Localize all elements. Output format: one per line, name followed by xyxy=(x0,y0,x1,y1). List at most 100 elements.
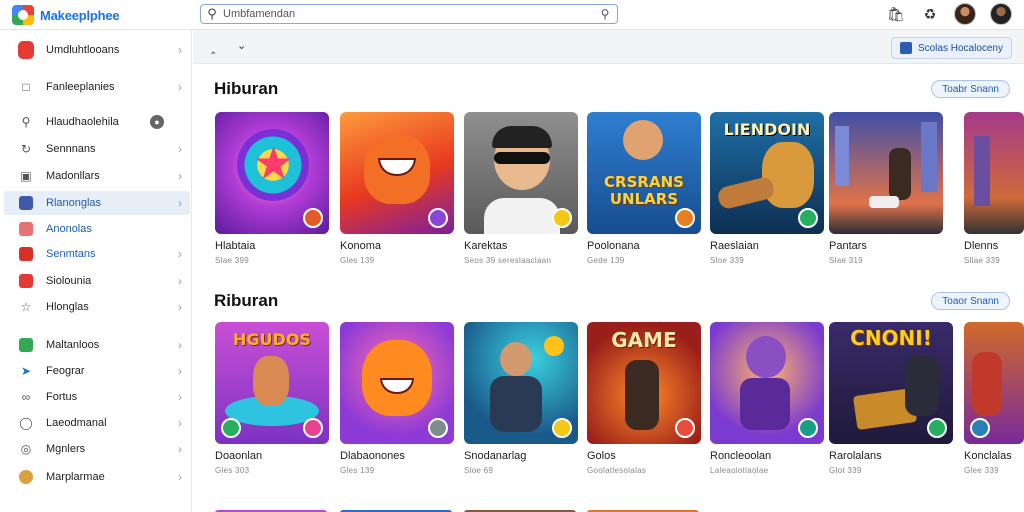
avatar-icon xyxy=(18,469,34,485)
avatar[interactable] xyxy=(954,3,976,25)
chevron-right-icon: › xyxy=(178,338,182,352)
game-card[interactable]: GAME Golos Goolatlesolalas xyxy=(587,322,701,475)
see-all-button[interactable]: Toabr Snann xyxy=(931,80,1010,98)
game-card[interactable]: LIENDOIN Raeslaian Sloe 339 xyxy=(710,112,824,265)
chevron-right-icon: › xyxy=(178,470,182,484)
game-thumbnail xyxy=(340,322,454,444)
chevron-right-icon: › xyxy=(178,416,182,430)
profile-avatar[interactable] xyxy=(990,3,1012,25)
card-meta: Sloe 339 xyxy=(710,256,744,265)
game-card[interactable]: Dlabaonones Gles 139 xyxy=(340,322,454,475)
game-card[interactable]: Konoma Gles 139 xyxy=(340,112,454,265)
search-icon: ⚲ xyxy=(207,6,217,21)
card-title: Konclalas xyxy=(964,450,1012,462)
card-title: Dlenns xyxy=(964,240,999,252)
search-input[interactable] xyxy=(223,6,593,22)
sidebar-item-rlanonglas[interactable]: Rlanonglas › xyxy=(4,191,190,215)
sidebar-item-feograr[interactable]: ➤ Feograr › xyxy=(4,359,190,383)
game-card[interactable]: Pantars Slae 319 xyxy=(829,112,943,265)
card-title: Poolonana xyxy=(587,240,640,252)
sidebar-item-hlonglas[interactable]: ☆ Hlonglas › xyxy=(4,295,190,319)
card-meta: Gles 139 xyxy=(340,256,375,265)
section-title: Riburan xyxy=(214,291,279,310)
game-thumbnail: LIENDOIN xyxy=(710,112,824,234)
game-card[interactable]: CRSRANS UNLARS Poolonana Gede 139 xyxy=(587,112,701,265)
game-thumbnail: GAME xyxy=(587,322,701,444)
card-meta: Glot 339 xyxy=(829,466,862,475)
game-logo-text: GAME xyxy=(611,328,677,352)
chevron-down-icon[interactable]: ⌄ xyxy=(237,39,246,52)
card-title: Snodanarlag xyxy=(464,450,527,462)
top-actions: 🛍 ♻ xyxy=(886,3,1012,25)
chevron-right-icon: › xyxy=(178,442,182,456)
sidebar-item-anonolas[interactable]: Anonolas xyxy=(4,217,190,241)
game-card[interactable]: Konclalas Glee 339 xyxy=(964,322,1024,475)
bag-icon[interactable]: 🛍 xyxy=(886,3,906,25)
card-title: Konoma xyxy=(340,240,381,252)
sidebar-item-umdluhtlooans[interactable]: Umdluhtlooans › xyxy=(4,38,190,62)
card-meta: Slae 399 xyxy=(215,256,249,265)
sidebar-item-fanleeplanies[interactable]: □ Fanleeplanies › xyxy=(4,75,190,99)
status-badge: ● xyxy=(150,115,164,129)
sidebar-item-hlaudhaolehila[interactable]: ⚲ Hlaudhaolehila ● xyxy=(4,110,190,134)
brand[interactable]: Makeeplphee xyxy=(12,4,120,26)
red-grid-icon xyxy=(18,221,34,237)
card-meta: Sllae 339 xyxy=(964,256,1001,265)
location-icon: ◎ xyxy=(20,442,32,456)
card-title: Pantars xyxy=(829,240,867,252)
sidebar-item-senmtans[interactable]: Senmtans › xyxy=(4,242,190,266)
chevron-right-icon: › xyxy=(178,364,182,378)
card-meta: Gles 139 xyxy=(340,466,375,475)
chevron-right-icon: › xyxy=(178,142,182,156)
game-card[interactable]: CNONI! Rarolalans Glot 339 xyxy=(829,322,953,475)
app-logo-icon xyxy=(12,5,34,25)
game-thumbnail: HGUDOS xyxy=(215,322,329,444)
sidebar-item-marplarmae[interactable]: Marplarmae › xyxy=(4,465,190,489)
search-bar[interactable]: ⚲ ⚲ xyxy=(200,4,618,24)
sidebar-item-fortus[interactable]: ∞ Fortus › xyxy=(4,385,190,409)
card-title: Hlabtaia xyxy=(215,240,256,252)
card-meta: Slae 319 xyxy=(829,256,863,265)
search-submit-icon[interactable]: ⚲ xyxy=(593,7,617,21)
sidebar-item-sennnans[interactable]: ↻ Sennnans › xyxy=(4,137,190,161)
notification-icon[interactable]: ♻ xyxy=(920,3,940,25)
game-thumbnail xyxy=(964,322,1024,444)
sidebar-item-madonllars[interactable]: ▣ Madonllars › xyxy=(4,164,190,188)
chevron-right-icon: › xyxy=(178,274,182,288)
toolbar: ‸ ⌄ Scolas Hocaloceny xyxy=(193,30,1024,64)
card-title: Rarolalans xyxy=(829,450,882,462)
game-card[interactable]: Karektas Seos 39 sereslaaclaan xyxy=(464,112,578,265)
game-logo-text: HGUDOS xyxy=(233,330,311,349)
toolbar-action-button[interactable]: Scolas Hocaloceny xyxy=(890,37,1012,59)
see-all-button[interactable]: Toaor Snann xyxy=(931,292,1010,310)
game-logo-text: CRSRANS UNLARS xyxy=(604,173,684,208)
pen-icon[interactable]: ‸ xyxy=(211,39,215,55)
card-meta: Sloe 69 xyxy=(464,466,494,475)
search-icon: ⚲ xyxy=(21,115,31,129)
top-bar: Makeeplphee ⚲ ⚲ 🛍 ♻ xyxy=(0,0,1024,30)
red-square-icon xyxy=(18,273,34,289)
library-icon xyxy=(899,42,912,54)
document-icon: □ xyxy=(22,80,30,94)
chevron-right-icon: › xyxy=(178,247,182,261)
red-book-icon xyxy=(18,246,34,262)
game-thumbnail: ★ xyxy=(215,112,329,234)
game-card[interactable]: Snodanarlag Sloe 69 xyxy=(464,322,578,475)
game-card[interactable]: HGUDOS Doaonlan Gles 303 xyxy=(215,322,329,475)
game-card[interactable]: Roncleoolan Laleaolotiaolae xyxy=(710,322,824,475)
card-meta: Laleaolotiaolae xyxy=(710,466,769,475)
game-card[interactable]: Dlenns Sllae 339 xyxy=(964,112,1024,265)
game-card[interactable]: ★ Hlabtaia Slae 399 xyxy=(215,112,329,265)
sidebar-item-laeodmanal[interactable]: ◯ Laeodmanal › xyxy=(4,411,190,435)
card-title: Dlabaonones xyxy=(340,450,405,462)
game-thumbnail xyxy=(710,322,824,444)
sidebar-item-mgnlers[interactable]: ◎ Mgnlers › xyxy=(4,437,190,461)
circle-icon: ◯ xyxy=(19,416,33,430)
chevron-right-icon: › xyxy=(178,169,182,183)
sidebar-item-siolounia[interactable]: Siolounia › xyxy=(4,269,190,293)
section-title: Hiburan xyxy=(214,79,279,98)
chevron-right-icon: › xyxy=(178,43,182,57)
game-thumbnail xyxy=(829,112,943,234)
card-title: Doaonlan xyxy=(215,450,263,462)
sidebar-item-maltanloos[interactable]: Maltanloos › xyxy=(4,333,190,357)
